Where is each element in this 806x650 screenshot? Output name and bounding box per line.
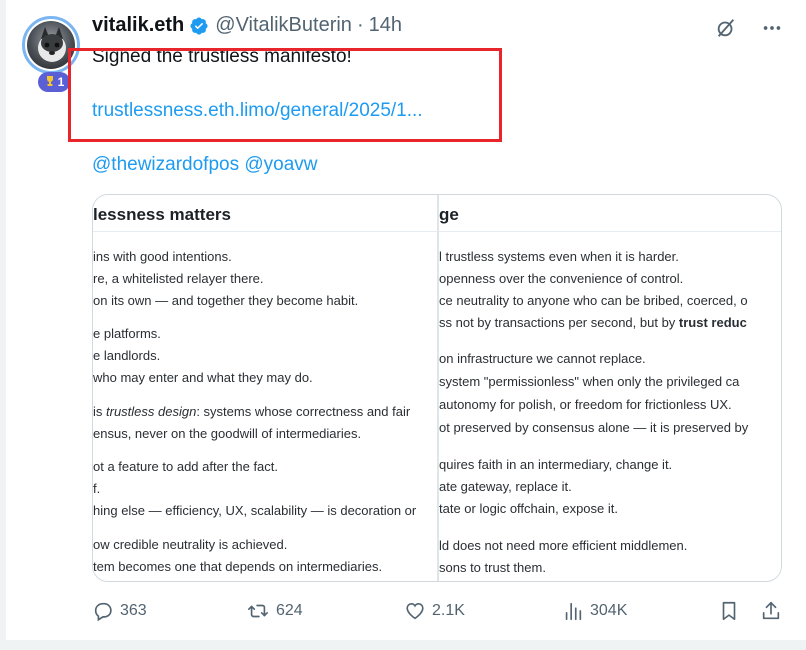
left-line: ins with good intentions.: [93, 249, 232, 264]
manifesto-page-left: lessness matters ins with good intention…: [93, 195, 437, 581]
tweet-top-actions: [714, 16, 784, 40]
achievement-badge[interactable]: 1: [38, 72, 70, 92]
right-line: ot preserved by consensus alone — it is …: [439, 420, 749, 435]
trophy-icon: [44, 75, 56, 90]
views-count: 304K: [590, 602, 628, 619]
right-panel-heading: ge: [439, 205, 459, 224]
left-line: f.: [93, 481, 101, 496]
right-bold-fragment: trust reduc: [678, 315, 747, 330]
manifesto-page-right: ge l trustless systems even when it is h…: [439, 195, 781, 581]
right-line: sons to trust them.: [439, 560, 546, 575]
left-heading-rule: [93, 231, 437, 232]
header-separator: ·: [356, 14, 364, 36]
left-text-fragment: is: [93, 404, 106, 419]
right-line: autonomy for polish, or freedom for fric…: [439, 397, 732, 412]
tweet-mentions[interactable]: @thewizardofpos @yoavw: [92, 154, 318, 176]
grok-icon[interactable]: [714, 16, 738, 40]
share-button[interactable]: [760, 600, 782, 622]
repost-count: 624: [276, 602, 303, 619]
right-text-fragment: ss not by transactions per second, but b…: [439, 315, 679, 330]
reply-count: 363: [120, 602, 147, 619]
left-line: ow credible neutrality is achieved.: [93, 537, 288, 552]
bottom-gutter: [0, 640, 806, 650]
left-line: ot a feature to add after the fact.: [93, 459, 279, 474]
right-line: quires faith in an intermediary, change …: [439, 457, 673, 472]
reply-button[interactable]: 363: [92, 600, 147, 622]
share-icon: [760, 600, 782, 622]
left-line: tem becomes one that depends on intermed…: [93, 559, 383, 574]
left-line: hing else — efficiency, UX, scalability …: [93, 503, 417, 518]
author-name[interactable]: vitalik.eth: [92, 14, 184, 37]
left-gutter: [0, 0, 6, 650]
left-line: on its own — and together they become ha…: [93, 293, 359, 308]
highlight-box: [68, 48, 502, 142]
right-line: on infrastructure we cannot replace.: [439, 351, 646, 366]
left-line-mixed: is trustless design: systems whose corre…: [93, 404, 410, 419]
bookmark-icon: [718, 600, 740, 622]
author-handle[interactable]: @VitalikButerin: [215, 14, 352, 37]
views-icon: [562, 600, 584, 622]
like-icon: [404, 600, 426, 622]
left-text-fragment: : systems whose correctness and fair: [196, 404, 411, 419]
reply-icon: [92, 600, 114, 622]
right-line: openness over the convenience of control…: [439, 271, 684, 286]
views-button[interactable]: 304K: [562, 600, 627, 622]
left-line: who may enter and what they may do.: [93, 370, 313, 385]
right-line: ld does not need more efficient middleme…: [439, 538, 688, 553]
right-line: ce neutrality to anyone who can be bribe…: [439, 293, 748, 308]
tweet-image-card[interactable]: lessness matters ins with good intention…: [92, 194, 782, 582]
tweet-action-bar: 363 624 2.1K 304K: [92, 600, 784, 626]
left-line: ensus, never on the goodwill of intermed…: [93, 426, 362, 441]
verified-badge-icon[interactable]: [189, 16, 209, 36]
like-button[interactable]: 2.1K: [404, 600, 465, 622]
left-panel-heading: lessness matters: [93, 205, 231, 224]
left-line: e landlords.: [93, 348, 161, 363]
left-line: e platforms.: [93, 326, 161, 341]
badge-count: 1: [57, 75, 65, 89]
like-count: 2.1K: [432, 602, 465, 619]
right-line: ate gateway, replace it.: [439, 479, 572, 494]
left-emphasis: trustless design: [106, 404, 197, 419]
left-line: re, a whitelisted relayer there.: [93, 271, 264, 286]
right-line: l trustless systems even when it is hard…: [439, 249, 679, 264]
repost-button[interactable]: 624: [246, 600, 303, 622]
right-line-mixed: ss not by transactions per second, but b…: [439, 315, 747, 330]
bookmark-button[interactable]: [718, 600, 740, 622]
retweet-icon: [246, 600, 270, 622]
right-heading-rule: [439, 231, 781, 232]
tweet-timestamp[interactable]: 14h: [369, 14, 402, 37]
tweet-header: vitalik.eth @VitalikButerin · 14h: [92, 14, 402, 37]
right-line: tate or logic offchain, expose it.: [439, 501, 618, 516]
right-line: system "permissionless" when only the pr…: [439, 374, 740, 389]
more-icon[interactable]: [760, 16, 784, 40]
